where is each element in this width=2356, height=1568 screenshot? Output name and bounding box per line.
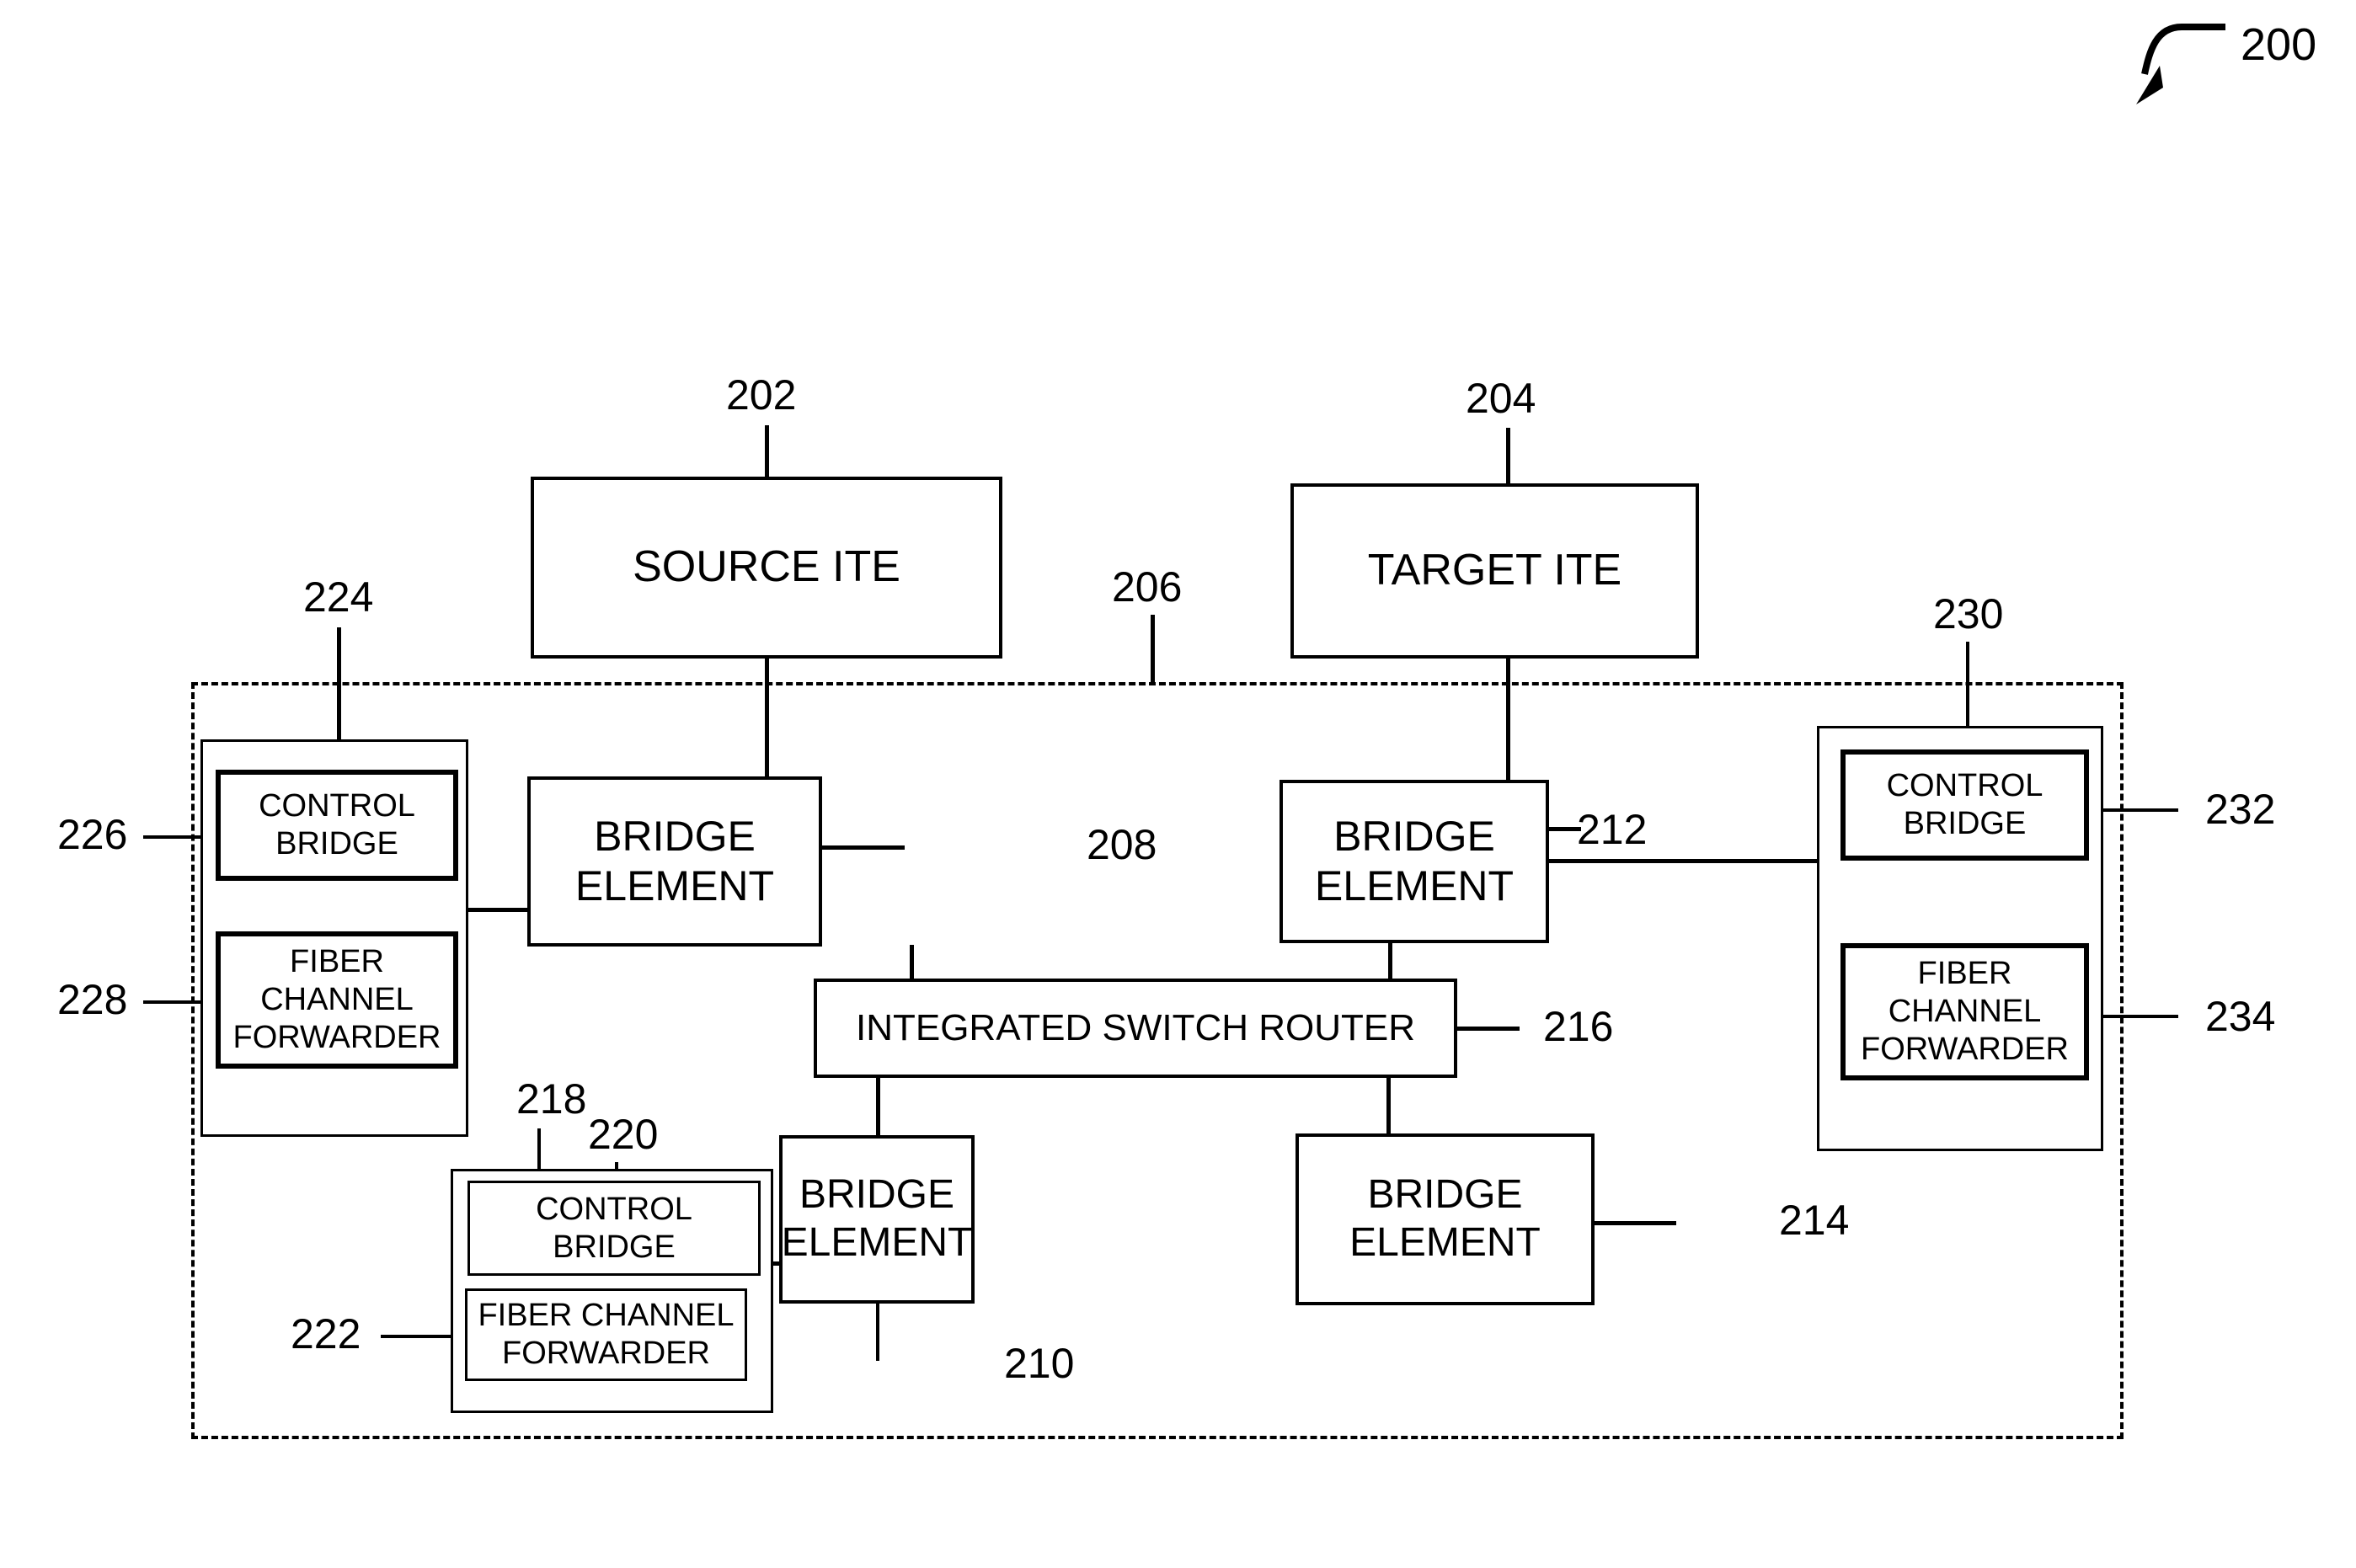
ref-222: 222 (291, 1310, 361, 1357)
fiber-channel-forwarder-right-label: FIBER CHANNEL FORWARDER (1861, 956, 2069, 1067)
leader-224 (337, 627, 341, 741)
ref-208: 208 (1087, 821, 1157, 868)
bridge-element-214-box: BRIDGE ELEMENT (1296, 1133, 1595, 1305)
ref-202: 202 (726, 371, 797, 419)
connector-bridge-208-to-isr (910, 945, 914, 983)
connector-target-ite-to-bridge-212 (1506, 659, 1510, 783)
ref-230: 230 (1933, 590, 2004, 637)
leader-210 (876, 1304, 879, 1361)
ref-216: 216 (1543, 1003, 1614, 1050)
control-bridge-bottom-label: CONTROL BRIDGE (536, 1191, 692, 1265)
fiber-channel-forwarder-right-box: FIBER CHANNEL FORWARDER (1840, 943, 2089, 1080)
figure-callout-arrow-icon (2136, 24, 2225, 104)
ref-206: 206 (1112, 563, 1183, 611)
leader-204 (1506, 428, 1510, 483)
source-ite-label: SOURCE ITE (633, 542, 900, 592)
target-ite-box: TARGET ITE (1290, 483, 1699, 659)
control-bridge-left-box: CONTROL BRIDGE (216, 770, 458, 881)
fiber-channel-forwarder-bottom-box: FIBER CHANNEL FORWARDER (465, 1288, 747, 1381)
connector-bridge-212-to-group-right (1546, 859, 1824, 863)
leader-218 (537, 1128, 541, 1172)
leader-202 (765, 425, 769, 478)
control-bridge-right-label: CONTROL BRIDGE (1886, 768, 2043, 841)
fiber-channel-forwarder-left-box: FIBER CHANNEL FORWARDER (216, 931, 458, 1069)
bridge-element-208-box: BRIDGE ELEMENT (527, 776, 822, 947)
target-ite-label: TARGET ITE (1367, 546, 1622, 595)
bridge-element-210-box: BRIDGE ELEMENT (779, 1135, 975, 1304)
control-bridge-bottom-box: CONTROL BRIDGE (467, 1181, 761, 1276)
bridge-element-210-label: BRIDGE ELEMENT (781, 1172, 973, 1265)
ref-210-text: 210 (1004, 1340, 1075, 1387)
ref-204: 204 (1466, 375, 1536, 422)
integrated-switch-router-label: INTEGRATED SWITCH ROUTER (855, 1007, 1416, 1049)
leader-206 (1151, 615, 1155, 684)
ref-214: 214 (1779, 1197, 1850, 1244)
bridge-element-212-label: BRIDGE ELEMENT (1314, 813, 1515, 909)
connector-isr-to-bridge-210 (876, 1076, 880, 1139)
control-bridge-left-label: CONTROL BRIDGE (259, 788, 415, 861)
figure-number-200: 200 (2241, 19, 2317, 70)
source-ite-box: SOURCE ITE (531, 477, 1002, 659)
control-bridge-right-box: CONTROL BRIDGE (1840, 749, 2089, 861)
ref-226: 226 (57, 811, 128, 858)
leader-208 (820, 845, 905, 850)
leader-216 (1456, 1027, 1520, 1031)
ref-224: 224 (303, 573, 374, 621)
connector-source-ite-to-bridge-208 (765, 657, 769, 779)
fiber-channel-forwarder-bottom-label: FIBER CHANNEL FORWARDER (478, 1298, 735, 1371)
ref-218: 218 (516, 1075, 587, 1123)
ref-212: 212 (1577, 806, 1648, 853)
integrated-switch-router-box: INTEGRATED SWITCH ROUTER (814, 979, 1457, 1078)
ref-232: 232 (2205, 786, 2276, 833)
leader-212 (1546, 827, 1581, 831)
ref-234: 234 (2205, 993, 2276, 1040)
leader-230 (1966, 642, 1969, 726)
fiber-channel-forwarder-left-label: FIBER CHANNEL FORWARDER (232, 944, 441, 1055)
leader-214 (1592, 1221, 1676, 1225)
ref-220: 220 (588, 1111, 659, 1158)
bridge-element-212-box: BRIDGE ELEMENT (1280, 780, 1549, 943)
connector-bridge-212-to-isr (1388, 941, 1392, 984)
ref-228: 228 (57, 976, 128, 1023)
bridge-element-214-label: BRIDGE ELEMENT (1349, 1172, 1541, 1265)
connector-isr-to-bridge-214 (1386, 1076, 1391, 1137)
patent-figure-200: 200 206 202 SOURCE ITE 204 TARGET ITE 22… (0, 0, 2356, 1568)
bridge-element-208-label: BRIDGE ELEMENT (574, 813, 775, 909)
